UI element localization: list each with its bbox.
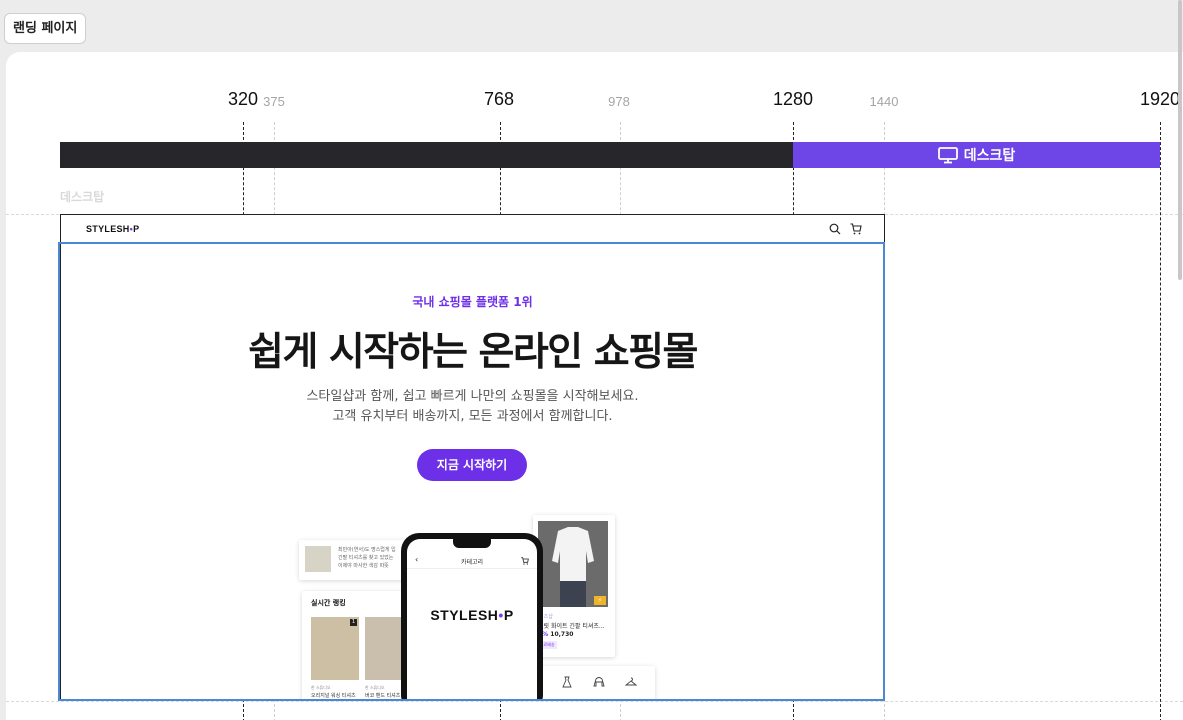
page-chip[interactable]: 랜딩 페이지 <box>4 13 87 44</box>
cart-icon[interactable] <box>850 223 862 235</box>
breakpoint-range-bar[interactable] <box>60 142 794 168</box>
product-card[interactable]: ⚡ 니즈샵 베릿 화이트 긴팔 티셔츠... 3% 10,730 무료배송 <box>533 515 615 657</box>
breakpoint-line-1920 <box>1160 122 1161 720</box>
ranking-product-name: 버코 밴드 티셔츠 <box>365 693 401 699</box>
nav-icons <box>829 223 862 235</box>
site-navbar: STYLESH•P <box>61 215 884 244</box>
phone-title: 카테고리 <box>460 559 484 566</box>
desktop-preview-frame[interactable]: STYLESH•P 국내 쇼핑몰 플랫폼 1위 쉽게 시작하는 온라인 쇼핑몰 … <box>60 214 885 701</box>
breakpoint-320: 320 <box>227 89 259 109</box>
guide-line <box>6 701 1183 702</box>
logo-text-b: P <box>503 607 514 623</box>
scrollbar-thumb[interactable] <box>1178 0 1182 280</box>
review-line: 이제야 마사한 색감 따뜻 <box>338 563 389 569</box>
category-bar <box>531 666 655 700</box>
scrollbar[interactable] <box>1177 0 1183 720</box>
hero-eyebrow: 국내 쇼핑몰 플랫폼 1위 <box>412 295 533 309</box>
breakpoint-978: 978 <box>608 94 630 109</box>
hoodie-icon[interactable] <box>593 676 605 688</box>
breakpoint-canvas: 320 375 768 978 1280 1440 1920 데스크탑 데스크탑… <box>6 52 1183 720</box>
product-name: 베릿 화이트 긴팔 티셔츠... <box>538 623 605 630</box>
phone-logo: STYLESH•P <box>407 607 537 623</box>
hero-subtitle: 스타일샵과 함께, 쉽고 빠르게 나만의 쇼핑몰을 시작해보세요. 고객 유치부… <box>61 387 884 427</box>
ranking-shop: 한 스튜디오 <box>365 685 385 690</box>
ranking-title: 실시간 랭킹 <box>311 599 346 607</box>
shirt-illustration <box>538 521 608 607</box>
breakpoint-375: 375 <box>263 94 285 109</box>
product-price-value: 10,730 <box>550 631 574 638</box>
product-price: 3% 10,730 <box>538 631 573 638</box>
logo-text-a: STYLESH <box>86 224 130 234</box>
hero-subtitle-line: 스타일샵과 함께, 쉽고 빠르게 나만의 쇼핑몰을 시작해보세요. <box>306 389 639 404</box>
ranking-product-name: 오리지널 워싱 티셔츠 <box>311 693 356 699</box>
frame-label: 데스크탑 <box>60 190 105 204</box>
site-logo[interactable]: STYLESH•P <box>86 224 139 234</box>
monitor-icon <box>937 146 958 163</box>
ranking-shop: 한 스튜디오 <box>311 685 331 690</box>
review-text: 최민아(연서)도 명스럽게 입 긴팔 티셔츠를 찾고 있었는 이제야 마사한 색… <box>338 546 408 570</box>
rank-badge: 1 <box>350 619 357 626</box>
breakpoint-1920: 1920 <box>1139 89 1181 109</box>
review-line: 최민아(연서)도 명스럽게 입 <box>338 547 396 553</box>
cart-icon[interactable] <box>521 557 529 565</box>
lightning-badge: ⚡ <box>594 596 606 605</box>
product-image: ⚡ <box>538 521 608 607</box>
phone-screen: ‹ 카테고리 STYLESH•P <box>407 539 537 700</box>
review-line: 긴팔 티셔츠를 찾고 있었는 <box>338 555 394 561</box>
desktop-range-bar[interactable]: 데스크탑 <box>793 142 1160 168</box>
dress-icon[interactable] <box>561 676 573 688</box>
logo-text-b: P <box>133 224 140 234</box>
hanger-icon[interactable] <box>625 676 637 688</box>
breakpoint-1440: 1440 <box>869 94 899 109</box>
ranking-card: 실시간 랭킹 1 한 스튜디오 오리지널 워싱 티셔츠 한 스튜디오 버코 밴드… <box>302 591 417 700</box>
desktop-range-label: 데스크탑 <box>963 148 1016 164</box>
phone-mockup: ‹ 카테고리 STYLESH•P <box>401 533 543 700</box>
ranking-product-image[interactable]: 1 <box>311 617 359 680</box>
breakpoint-1280: 1280 <box>772 89 814 109</box>
phone-header: ‹ 카테고리 <box>407 553 537 569</box>
start-now-button[interactable]: 지금 시작하기 <box>417 449 527 481</box>
hero-subtitle-line: 고객 유치부터 배송까지, 모든 과정에서 함께합니다. <box>332 409 613 424</box>
phone-notch <box>453 539 491 548</box>
review-ticker-card: 최민아(연서)도 명스럽게 입 긴팔 티셔츠를 찾고 있었는 이제야 마사한 색… <box>299 540 411 580</box>
breakpoint-768: 768 <box>483 89 515 109</box>
search-icon[interactable] <box>829 223 841 235</box>
hero-title: 쉽게 시작하는 온라인 쇼핑몰 <box>248 330 698 375</box>
review-thumbnail <box>305 546 331 572</box>
logo-text-a: STYLESH <box>430 607 499 623</box>
